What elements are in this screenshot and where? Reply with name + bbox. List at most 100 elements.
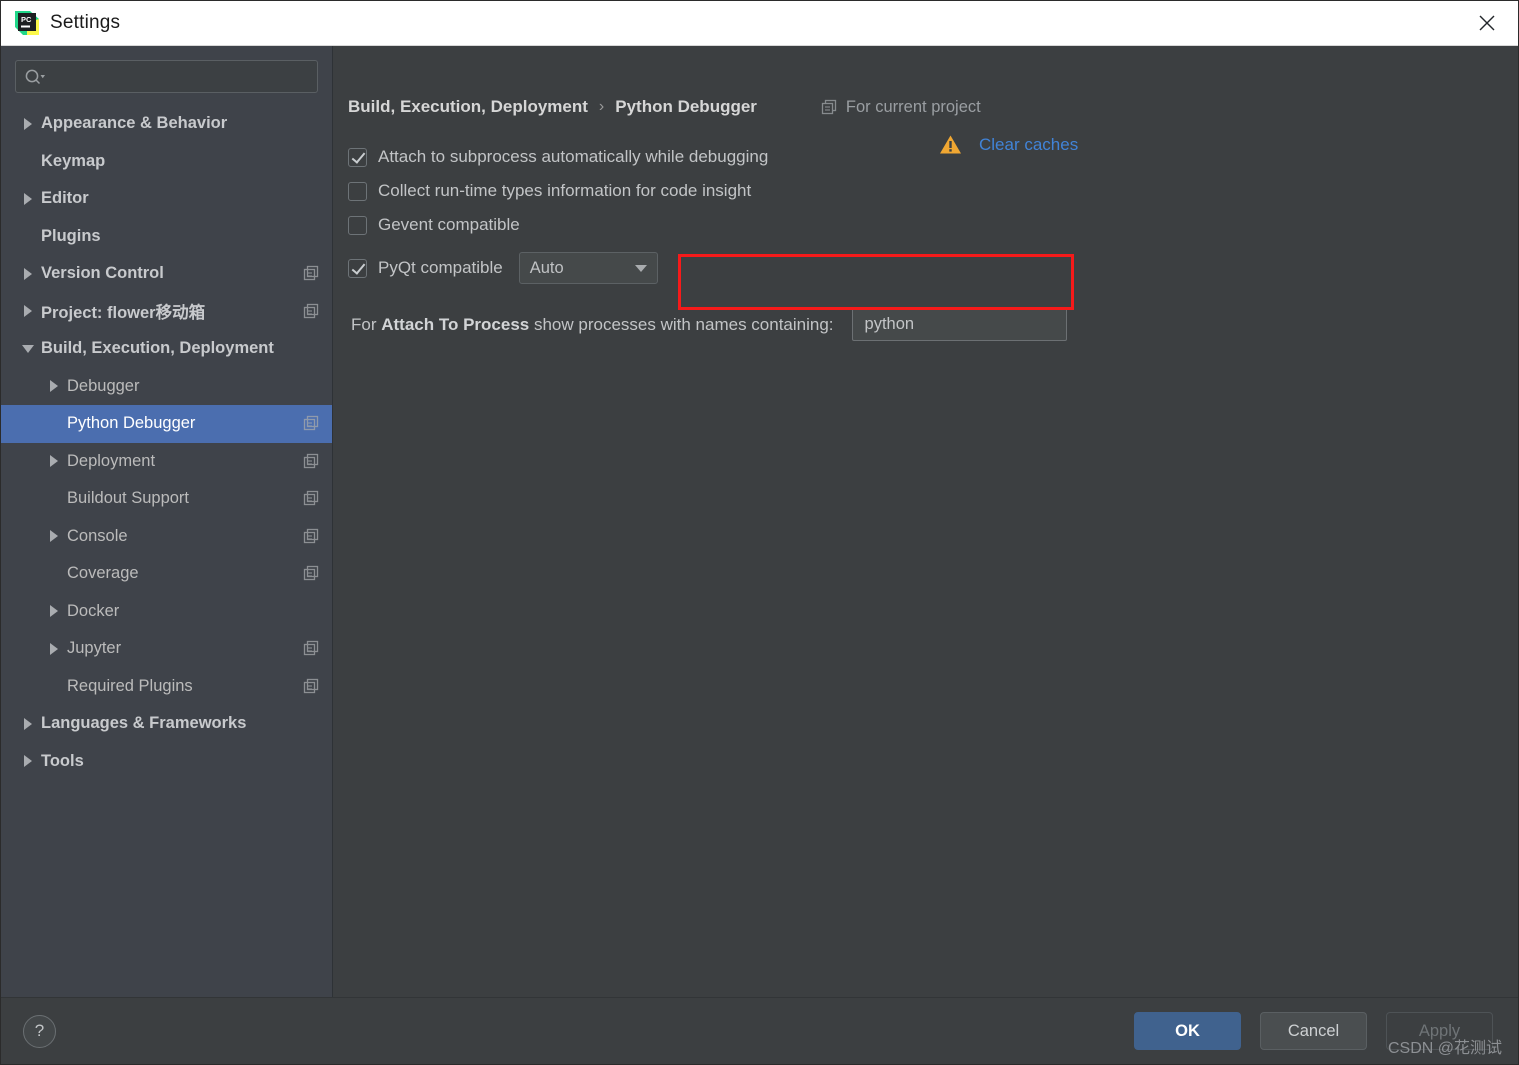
chevron-down-icon bbox=[15, 344, 41, 353]
chevron-right-icon bbox=[15, 305, 41, 318]
sidebar-item-label: Languages & Frameworks bbox=[41, 714, 247, 733]
sidebar-item-python-debugger[interactable]: Python Debugger bbox=[1, 405, 332, 443]
chevron-right-icon bbox=[15, 755, 41, 768]
sidebar-item-label: Deployment bbox=[67, 451, 156, 470]
sidebar-item-editor[interactable]: Editor bbox=[1, 180, 332, 218]
sidebar-item-label: Debugger bbox=[67, 376, 140, 395]
sidebar-item-label: Tools bbox=[41, 751, 84, 770]
sidebar-item-docker[interactable]: Docker bbox=[1, 593, 332, 631]
footer-buttons: OK Cancel Apply bbox=[1134, 1012, 1493, 1050]
breadcrumb-parent[interactable]: Build, Execution, Deployment bbox=[348, 97, 588, 117]
checkbox-collect-runtime-types-box[interactable] bbox=[348, 181, 367, 201]
settings-tree: Appearance & Behavior Keymap Editor Plugins… bbox=[1, 103, 332, 997]
pycharm-logo-icon: PC bbox=[14, 10, 40, 36]
pyqt-mode-dropdown[interactable]: Auto bbox=[518, 252, 658, 284]
sidebar-item-label: Appearance & Behavior bbox=[41, 114, 228, 133]
clear-caches-action[interactable]: Clear caches bbox=[939, 134, 1078, 155]
attach-suffix: show processes with names containing: bbox=[529, 314, 834, 334]
copy-icon bbox=[303, 640, 320, 657]
checkbox-collect-runtime-types[interactable]: Collect run-time types information for c… bbox=[346, 174, 1518, 208]
window-title: Settings bbox=[50, 12, 121, 33]
chevron-right-icon bbox=[15, 117, 41, 130]
ok-button[interactable]: OK bbox=[1134, 1012, 1241, 1050]
for-current-project: For current project bbox=[821, 98, 981, 117]
sidebar-item-languages-frameworks[interactable]: Languages & Frameworks bbox=[1, 705, 332, 743]
sidebar-item-label: Plugins bbox=[41, 226, 101, 245]
chevron-right-icon bbox=[15, 192, 41, 205]
cancel-button[interactable]: Cancel bbox=[1260, 1012, 1367, 1050]
checkbox-gevent-compatible-box[interactable] bbox=[348, 215, 367, 235]
copy-icon bbox=[303, 415, 320, 432]
checkbox-attach-subprocess[interactable]: Attach to subprocess automatically while… bbox=[346, 140, 1518, 174]
sidebar-item-deployment[interactable]: Deployment bbox=[1, 443, 332, 481]
sidebar-item-build-execution-deployment[interactable]: Build, Execution, Deployment bbox=[1, 330, 332, 368]
sidebar-item-jupyter[interactable]: Jupyter bbox=[1, 630, 332, 668]
breadcrumb-current: Python Debugger bbox=[615, 97, 757, 116]
sidebar-item-project-flower[interactable]: Project: flower移动箱 bbox=[1, 293, 332, 331]
sidebar-item-label: Docker bbox=[67, 601, 120, 620]
copy-icon bbox=[303, 528, 320, 545]
checkbox-pyqt-compatible-label: PyQt compatible bbox=[378, 258, 503, 277]
dialog-body: Appearance & Behavior Keymap Editor Plugins… bbox=[1, 46, 1518, 997]
checkbox-attach-subprocess-box[interactable] bbox=[348, 147, 367, 167]
sidebar-item-label: Keymap bbox=[41, 151, 106, 170]
sidebar-item-label: Build, Execution, Deployment bbox=[41, 339, 274, 358]
attach-bold: Attach To Process bbox=[381, 314, 530, 334]
sidebar-item-required-plugins[interactable]: Required Plugins bbox=[1, 668, 332, 706]
search-input[interactable] bbox=[46, 67, 309, 86]
sidebar-item-debugger[interactable]: Debugger bbox=[1, 368, 332, 406]
checkbox-collect-runtime-types-label: Collect run-time types information for c… bbox=[378, 181, 752, 200]
help-button[interactable]: ? bbox=[23, 1014, 56, 1048]
process-name-input[interactable] bbox=[862, 314, 1056, 335]
warning-icon bbox=[939, 134, 962, 155]
chevron-right-icon bbox=[15, 267, 41, 280]
sidebar-item-label: Editor bbox=[41, 189, 89, 208]
sidebar-item-console[interactable]: Console bbox=[1, 518, 332, 556]
copy-icon bbox=[303, 678, 320, 695]
chevron-right-icon bbox=[41, 530, 67, 543]
title-bar: PC Settings bbox=[1, 1, 1518, 46]
chevron-right-icon bbox=[15, 717, 41, 730]
sidebar-item-label: Project: flower移动箱 bbox=[41, 304, 206, 323]
sidebar-item-tools[interactable]: Tools bbox=[1, 743, 332, 781]
chevron-right-icon bbox=[41, 605, 67, 618]
chevron-right-icon bbox=[41, 642, 67, 655]
chevron-down-icon bbox=[634, 264, 647, 272]
sidebar-item-buildout-support[interactable]: Buildout Support bbox=[1, 480, 332, 518]
dialog-footer: ? OK Cancel Apply CSDN @花测试 bbox=[1, 997, 1518, 1064]
chevron-right-icon bbox=[41, 455, 67, 468]
process-name-field[interactable] bbox=[851, 308, 1067, 341]
attach-to-process-label: For Attach To Process show processes wit… bbox=[351, 315, 834, 335]
checkbox-gevent-compatible[interactable]: Gevent compatible bbox=[346, 208, 1518, 242]
sidebar-item-version-control[interactable]: Version Control bbox=[1, 255, 332, 293]
checkbox-gevent-compatible-label: Gevent compatible bbox=[378, 215, 520, 234]
attach-prefix: For bbox=[351, 314, 382, 334]
sidebar-item-label: Jupyter bbox=[67, 639, 122, 658]
pyqt-mode-value: Auto bbox=[529, 258, 564, 277]
settings-content: Build, Execution, Deployment › Python De… bbox=[333, 46, 1518, 997]
copy-icon bbox=[303, 265, 320, 282]
settings-dialog: PC Settings Appearance & Behavior Keymap… bbox=[0, 0, 1519, 1065]
for-current-project-label: For current project bbox=[845, 97, 981, 116]
breadcrumb-separator: › bbox=[598, 98, 605, 115]
sidebar-item-keymap[interactable]: Keymap bbox=[1, 143, 332, 181]
options-group: Attach to subprocess automatically while… bbox=[333, 140, 1518, 341]
clear-caches-link[interactable]: Clear caches bbox=[979, 135, 1078, 155]
copy-icon bbox=[303, 490, 320, 507]
pyqt-compatible-row: PyQt compatible Auto bbox=[336, 242, 1518, 294]
apply-button: Apply bbox=[1386, 1012, 1493, 1050]
copy-icon bbox=[303, 565, 320, 582]
sidebar-item-appearance-behavior[interactable]: Appearance & Behavior bbox=[1, 105, 332, 143]
sidebar-item-label: Version Control bbox=[41, 264, 164, 283]
checkbox-pyqt-compatible[interactable] bbox=[348, 258, 367, 278]
search-container bbox=[1, 60, 332, 103]
svg-text:PC: PC bbox=[21, 15, 32, 24]
search-box[interactable] bbox=[15, 60, 318, 93]
sidebar-item-label: Required Plugins bbox=[67, 676, 193, 695]
checkbox-attach-subprocess-label: Attach to subprocess automatically while… bbox=[378, 147, 769, 166]
sidebar-item-coverage[interactable]: Coverage bbox=[1, 555, 332, 593]
close-icon[interactable] bbox=[1456, 1, 1518, 45]
settings-sidebar: Appearance & Behavior Keymap Editor Plugins… bbox=[1, 46, 333, 997]
sidebar-item-plugins[interactable]: Plugins bbox=[1, 218, 332, 256]
attach-to-process-row: For Attach To Process show processes wit… bbox=[346, 308, 1518, 341]
